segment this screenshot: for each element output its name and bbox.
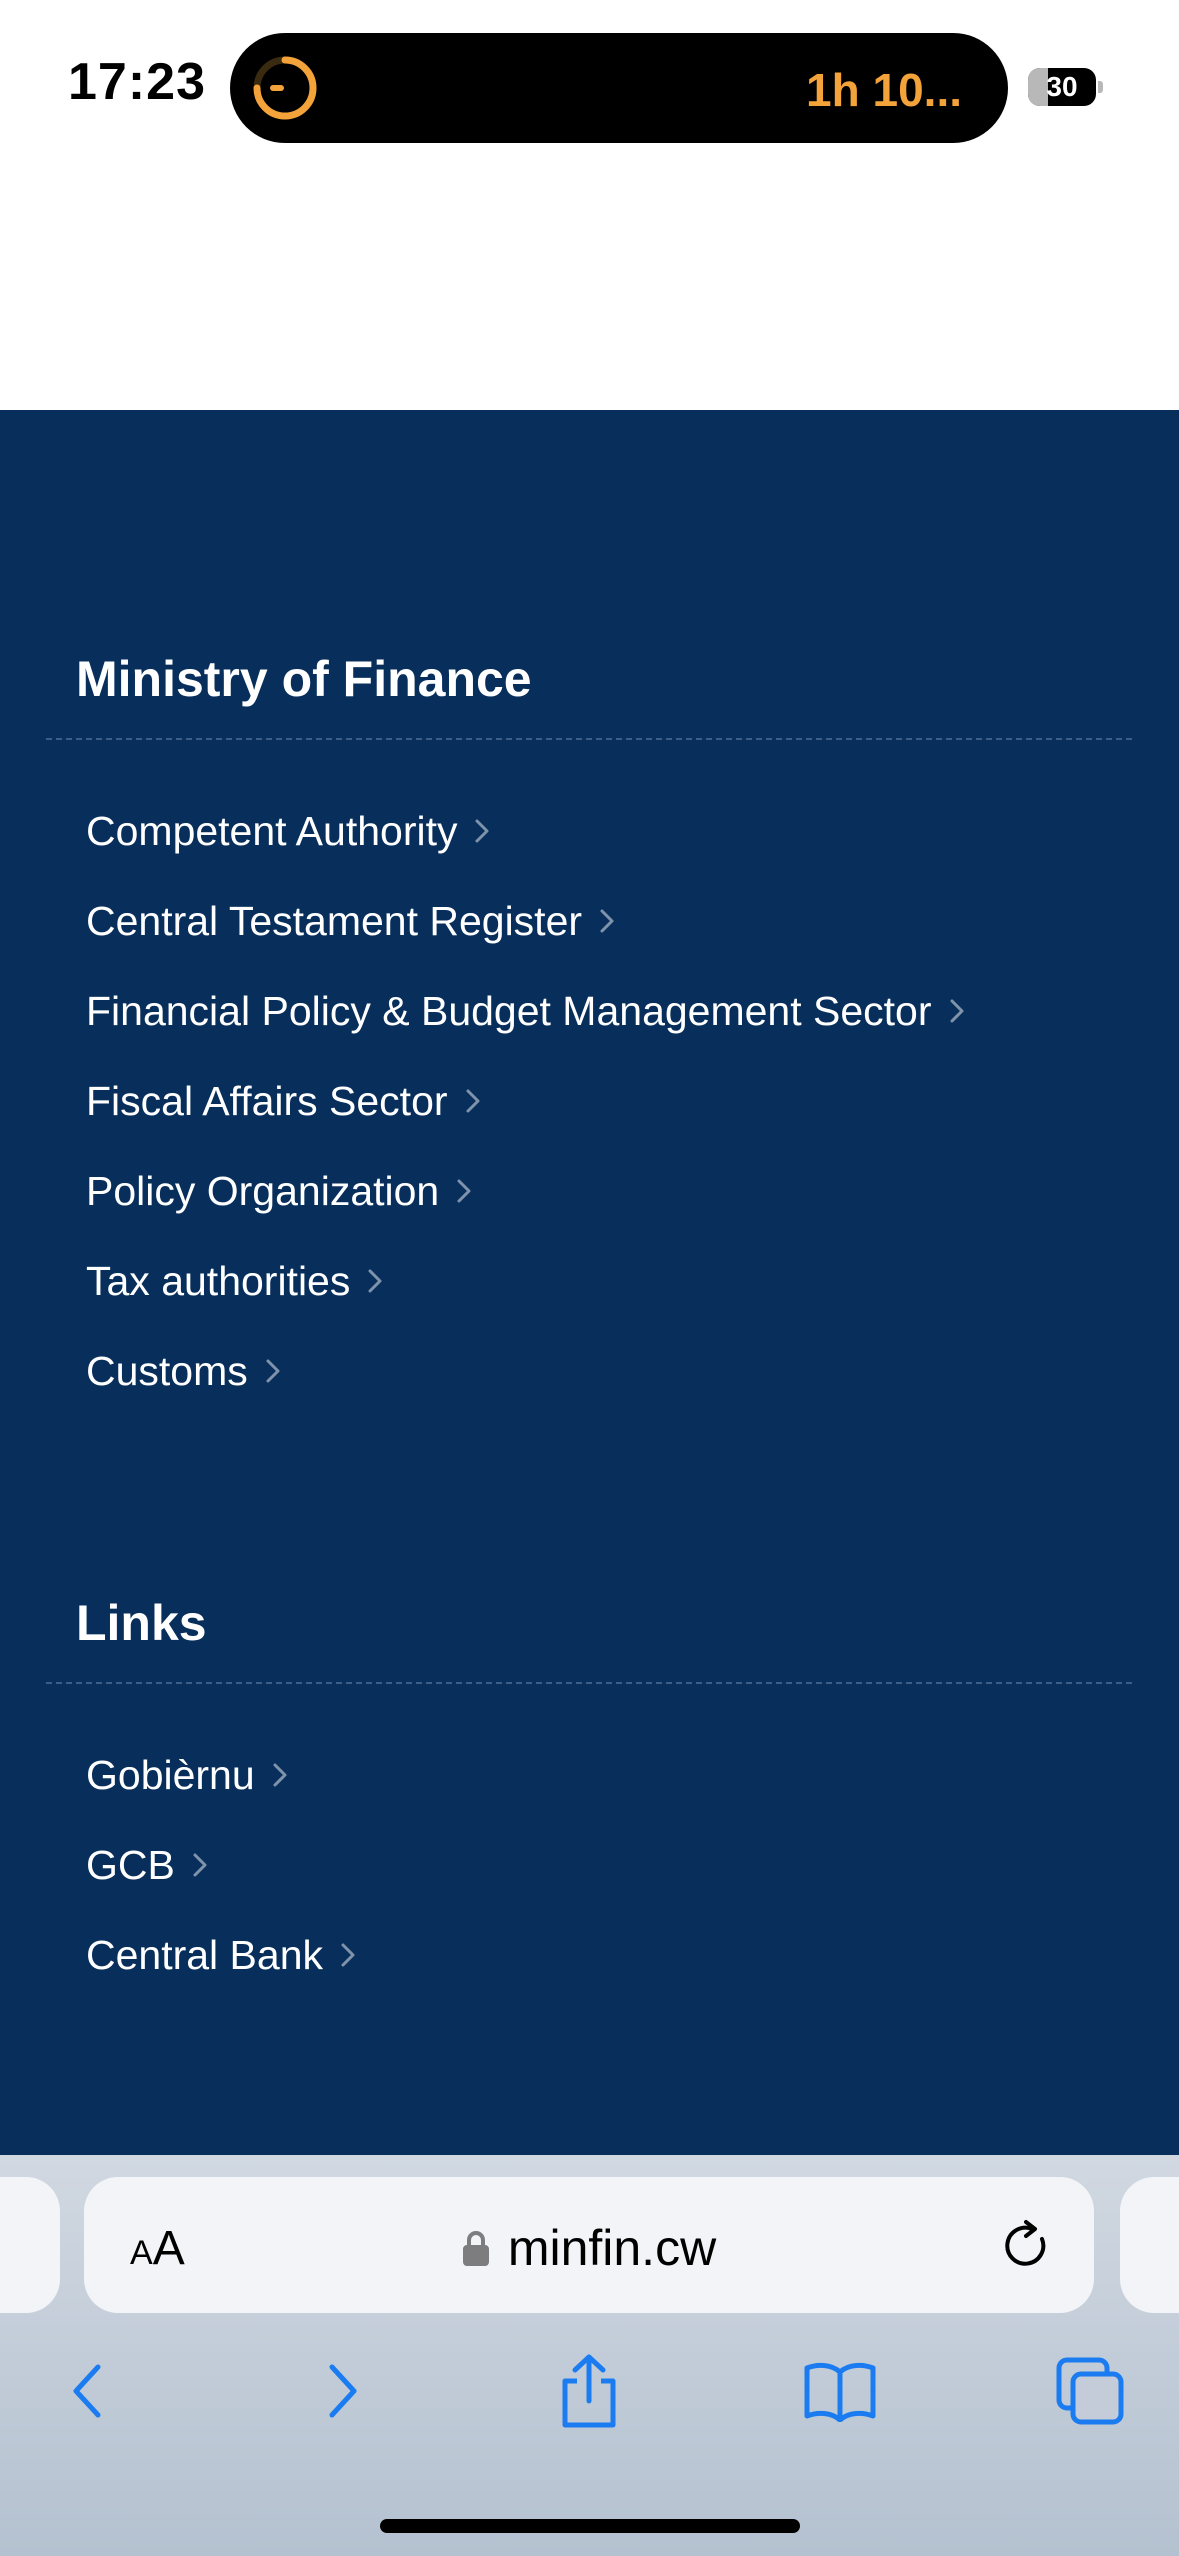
ministry-link[interactable]: Financial Policy & Budget Management Sec…	[86, 966, 966, 1056]
chevron-right-icon	[368, 1269, 382, 1293]
battery-level: 30	[1046, 71, 1078, 102]
home-indicator[interactable]	[380, 2519, 800, 2533]
links-divider	[46, 1682, 1132, 1684]
next-tab-preview[interactable]	[1120, 2177, 1179, 2313]
status-time: 17:23	[68, 53, 206, 111]
chevron-left-icon	[73, 2364, 101, 2418]
ministry-link-label: Competent Authority	[86, 807, 458, 854]
ministry-link[interactable]: Central Testament Register	[86, 876, 966, 966]
ministry-link-label: Customs	[86, 1347, 248, 1394]
dynamic-island[interactable]: 1h 10...	[230, 33, 1008, 143]
ministry-link-label: Central Testament Register	[86, 897, 583, 944]
chevron-right-icon	[600, 909, 614, 933]
ministry-divider	[46, 738, 1132, 740]
chevron-right-icon	[457, 1179, 471, 1203]
browser-toolbar: AA minfin.cw	[0, 2155, 1179, 2556]
chevron-right-icon	[266, 1359, 280, 1383]
battery-icon: 30	[1028, 68, 1103, 106]
reload-icon[interactable]	[1002, 2219, 1054, 2273]
chevron-right-icon	[950, 999, 964, 1023]
status-bar: 17:23 1h 10... 30	[0, 0, 1179, 180]
lock-icon	[462, 2230, 489, 2266]
site-footer: Ministry of Finance Competent Authority C…	[0, 410, 1179, 2155]
ministry-link-list: Competent Authority Central Testament Reg…	[86, 786, 966, 1416]
url-text: minfin.cw	[507, 2220, 717, 2276]
tabs-button[interactable]	[1050, 2351, 1130, 2431]
chevron-right-icon	[341, 1943, 355, 1967]
back-button[interactable]	[48, 2351, 128, 2431]
external-link-label: GCB	[86, 1841, 175, 1888]
external-link-label: Gobièrnu	[86, 1751, 255, 1798]
ministry-link[interactable]: Tax authorities	[86, 1236, 966, 1326]
chevron-right-icon	[475, 819, 489, 843]
chevron-right-icon	[329, 2364, 357, 2418]
external-link[interactable]: Gobièrnu	[86, 1730, 357, 1820]
external-link-list: Gobièrnu GCB Central Bank	[86, 1730, 357, 2000]
external-link[interactable]: Central Bank	[86, 1910, 357, 2000]
book-icon	[804, 2362, 876, 2422]
ministry-link-label: Fiscal Affairs Sector	[86, 1077, 448, 1124]
timer-remaining: 1h 10...	[806, 64, 962, 116]
timer-icon	[253, 56, 317, 120]
forward-button[interactable]	[302, 2351, 382, 2431]
previous-tab-preview[interactable]	[0, 2177, 60, 2313]
chevron-right-icon	[273, 1763, 287, 1787]
address-bar[interactable]: AA minfin.cw	[84, 2177, 1094, 2313]
share-icon	[562, 2354, 616, 2428]
bookmarks-button[interactable]	[800, 2351, 880, 2431]
ministry-section-title: Ministry of Finance	[76, 651, 532, 707]
chevron-right-icon	[466, 1089, 480, 1113]
ministry-link-label: Financial Policy & Budget Management Sec…	[86, 987, 932, 1034]
links-section-title: Links	[76, 1595, 207, 1651]
external-link-label: Central Bank	[86, 1931, 324, 1978]
tabs-icon	[1056, 2357, 1124, 2425]
ministry-link[interactable]: Competent Authority	[86, 786, 966, 876]
ministry-link[interactable]: Customs	[86, 1326, 966, 1416]
ministry-link-label: Tax authorities	[86, 1257, 351, 1304]
external-link[interactable]: GCB	[86, 1820, 357, 1910]
ministry-link[interactable]: Fiscal Affairs Sector	[86, 1056, 966, 1146]
chevron-right-icon	[193, 1853, 207, 1877]
url-field[interactable]: minfin.cw	[84, 2219, 1094, 2277]
ministry-link-label: Policy Organization	[86, 1167, 440, 1214]
share-button[interactable]	[549, 2351, 629, 2431]
ministry-link[interactable]: Policy Organization	[86, 1146, 966, 1236]
